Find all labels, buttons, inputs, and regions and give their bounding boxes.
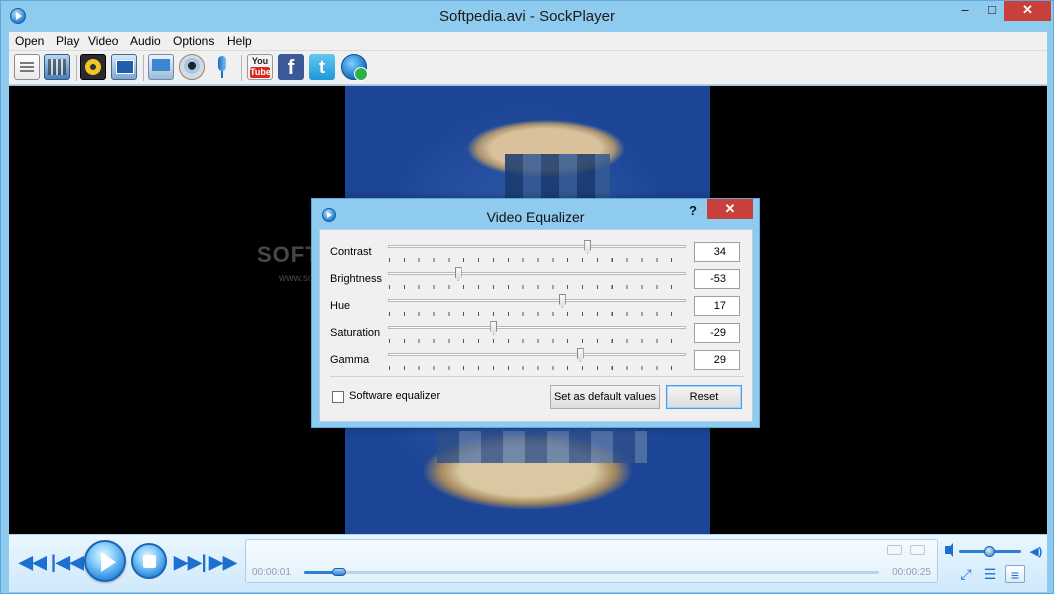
hue-value-field[interactable]: 17 xyxy=(694,296,740,316)
toolbar: You Tube f t xyxy=(9,51,1047,85)
saturation-value-field[interactable]: -29 xyxy=(694,323,740,343)
software-equalizer-label[interactable]: Software equalizer xyxy=(349,390,440,402)
help-button[interactable]: ? xyxy=(689,203,697,218)
stop-button[interactable] xyxy=(131,543,167,579)
slider-ticks xyxy=(389,258,686,262)
subtitle-icon[interactable] xyxy=(887,545,902,555)
fullscreen-icon[interactable]: ⤢ xyxy=(956,565,976,583)
reset-button[interactable]: Reset xyxy=(666,385,742,409)
youtube-icon-text-top: You xyxy=(251,56,269,66)
playlist-icon[interactable]: ☰ xyxy=(980,565,1000,583)
eq-row-gamma: Gamma 29 xyxy=(320,346,754,373)
hue-slider[interactable] xyxy=(388,299,686,302)
menu-video[interactable]: Video xyxy=(88,34,118,48)
hue-slider-thumb[interactable] xyxy=(558,294,566,308)
gamma-slider-thumb[interactable] xyxy=(576,348,584,362)
volume-max-icon[interactable]: ◀) xyxy=(1030,545,1042,558)
dialog-divider xyxy=(330,376,744,377)
capture-screen-icon[interactable] xyxy=(111,54,137,80)
software-equalizer-checkbox[interactable] xyxy=(332,391,344,403)
toolbar-separator xyxy=(143,55,144,81)
twitter-icon[interactable]: t xyxy=(309,54,335,80)
previous-button[interactable]: |◀◀ xyxy=(51,553,84,571)
video-equalizer-dialog: Video Equalizer ? ✕ Contrast 34 Brightne… xyxy=(311,198,760,428)
minimize-button[interactable]: – xyxy=(950,1,980,21)
saturation-label: Saturation xyxy=(330,327,381,339)
audio-track-icon[interactable] xyxy=(910,545,925,555)
microphone-icon[interactable] xyxy=(209,54,235,80)
dialog-body: Contrast 34 Brightness -53 Hue 17 Satura… xyxy=(319,229,753,422)
saturation-slider-thumb[interactable] xyxy=(490,321,498,335)
play-button[interactable] xyxy=(84,540,126,582)
forward-button[interactable]: ▶▶ xyxy=(209,553,237,571)
menu-options[interactable]: Options xyxy=(173,34,214,48)
equalizer-settings-icon[interactable]: ≡ xyxy=(1005,565,1025,583)
maximize-button[interactable]: □ xyxy=(977,1,1007,21)
brightness-slider-thumb[interactable] xyxy=(454,267,462,281)
contrast-slider-thumb[interactable] xyxy=(584,240,592,254)
dialog-close-button[interactable]: ✕ xyxy=(707,199,753,219)
eq-row-brightness: Brightness -53 xyxy=(320,265,754,292)
slider-ticks xyxy=(389,339,686,343)
brightness-value-field[interactable]: -53 xyxy=(694,269,740,289)
slider-ticks xyxy=(389,312,686,316)
eq-row-hue: Hue 17 xyxy=(320,292,754,319)
toolbar-separator xyxy=(241,55,242,81)
youtube-icon-text-bottom: Tube xyxy=(250,67,271,78)
window-title: Softpedia.avi - SockPlayer xyxy=(439,8,615,25)
menu-open[interactable]: Open xyxy=(15,34,44,48)
contrast-value-field[interactable]: 34 xyxy=(694,242,740,262)
open-file-icon[interactable] xyxy=(14,54,40,80)
contrast-slider[interactable] xyxy=(388,245,686,248)
hue-label: Hue xyxy=(330,300,351,312)
seek-bar[interactable] xyxy=(304,568,879,576)
brightness-label: Brightness xyxy=(330,273,382,285)
seek-panel: 00:00:01 00:00:25 xyxy=(245,539,938,583)
facebook-icon[interactable]: f xyxy=(278,54,304,80)
close-button[interactable]: ✕ xyxy=(1004,1,1051,21)
desktop-stream-icon[interactable] xyxy=(148,54,174,80)
set-default-values-button[interactable]: Set as default values xyxy=(550,385,660,409)
current-time: 00:00:01 xyxy=(252,567,291,578)
eq-row-saturation: Saturation -29 xyxy=(320,319,754,346)
slider-ticks xyxy=(389,366,686,370)
saturation-slider[interactable] xyxy=(388,326,686,329)
open-disc-icon[interactable] xyxy=(80,54,106,80)
menu-play[interactable]: Play xyxy=(56,34,79,48)
open-dvd-icon[interactable] xyxy=(44,54,70,80)
seek-bar-thumb[interactable] xyxy=(331,568,346,576)
title-bar[interactable]: Softpedia.avi - SockPlayer – □ ✕ xyxy=(1,1,1053,32)
gamma-value-field[interactable]: 29 xyxy=(694,350,740,370)
contrast-label: Contrast xyxy=(330,246,372,258)
next-button[interactable]: ▶▶| xyxy=(174,553,207,571)
web-update-icon[interactable] xyxy=(341,54,368,81)
volume-slider-thumb[interactable] xyxy=(984,546,995,557)
slider-ticks xyxy=(389,285,686,289)
brightness-slider[interactable] xyxy=(388,272,686,275)
speaker-icon[interactable] xyxy=(945,543,953,557)
gamma-slider[interactable] xyxy=(388,353,686,356)
webcam-icon[interactable] xyxy=(179,54,205,80)
playback-controls: ◀◀ |◀◀ ▶▶| ▶▶ 00:00:01 00:00:25 ◀) ⤢ ☰ ≡ xyxy=(9,534,1047,592)
eq-row-contrast: Contrast 34 xyxy=(320,238,754,265)
menu-help[interactable]: Help xyxy=(227,34,252,48)
rewind-button[interactable]: ◀◀ xyxy=(19,553,47,571)
total-time: 00:00:25 xyxy=(892,567,931,578)
menu-audio[interactable]: Audio xyxy=(130,34,161,48)
youtube-icon[interactable]: You Tube xyxy=(247,54,273,80)
gamma-label: Gamma xyxy=(330,354,370,366)
toolbar-separator xyxy=(76,55,77,81)
volume-slider[interactable] xyxy=(959,546,1021,557)
menu-bar: Open Play Video Audio Options Help xyxy=(9,32,1047,51)
